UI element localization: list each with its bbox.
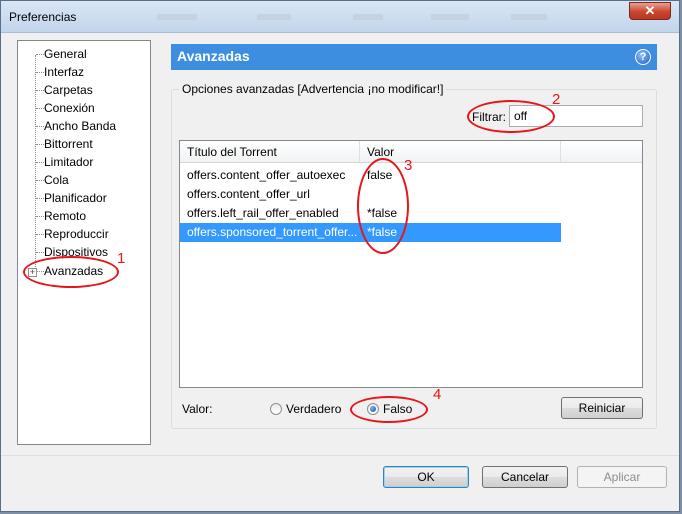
background-blur (431, 14, 469, 20)
category-tree[interactable]: General Interfaz Carpetas Conexión Ancho… (17, 40, 151, 445)
row-name: offers.left_rail_offer_enabled (187, 206, 339, 220)
group-label: Opciones avanzadas [Advertencia ¡no modi… (179, 82, 447, 96)
annotation-number: 1 (117, 250, 126, 267)
value-label: Valor: (182, 402, 213, 416)
annotation-circle-values (357, 158, 409, 254)
ok-button[interactable]: OK (383, 466, 469, 488)
reset-button[interactable]: Reiniciar (561, 397, 643, 419)
annotation-number: 2 (552, 91, 561, 108)
row-name: offers.content_offer_autoexec (187, 168, 346, 182)
row-name: offers.sponsored_torrent_offer... (187, 225, 358, 239)
background-blur (353, 14, 383, 20)
close-icon: ✕ (644, 3, 656, 18)
background-blur (157, 14, 197, 20)
settings-list[interactable]: Título del Torrent Valor offers.content_… (179, 140, 643, 388)
column-header-empty (561, 141, 642, 163)
panel-title: Avanzadas (177, 48, 250, 64)
cancel-button[interactable]: Cancelar (482, 466, 568, 488)
apply-button[interactable]: Aplicar (577, 466, 667, 488)
footer-divider (1, 455, 679, 456)
annotation-number: 4 (433, 386, 442, 403)
panel-header: Avanzadas ? (171, 44, 657, 70)
background-blur (257, 14, 291, 20)
preferences-dialog: Preferencias ✕ General Interfaz Carpetas… (0, 0, 680, 512)
row-name: offers.content_offer_url (187, 187, 310, 201)
radio-true-label: Verdadero (286, 402, 342, 416)
background-blur (511, 14, 547, 20)
annotation-number: 3 (404, 157, 413, 174)
annotation-circle-falso (350, 396, 428, 423)
window-title: Preferencias (9, 10, 77, 24)
help-icon[interactable]: ? (635, 49, 651, 65)
column-header-title[interactable]: Título del Torrent (180, 141, 360, 163)
radio-unchecked-icon (270, 403, 282, 415)
annotation-circle-filter (467, 100, 555, 133)
tree-connector (35, 55, 36, 277)
annotation-circle-avanzadas (23, 256, 119, 288)
close-button[interactable]: ✕ (629, 2, 671, 20)
title-bar[interactable]: Preferencias ✕ (1, 1, 679, 33)
